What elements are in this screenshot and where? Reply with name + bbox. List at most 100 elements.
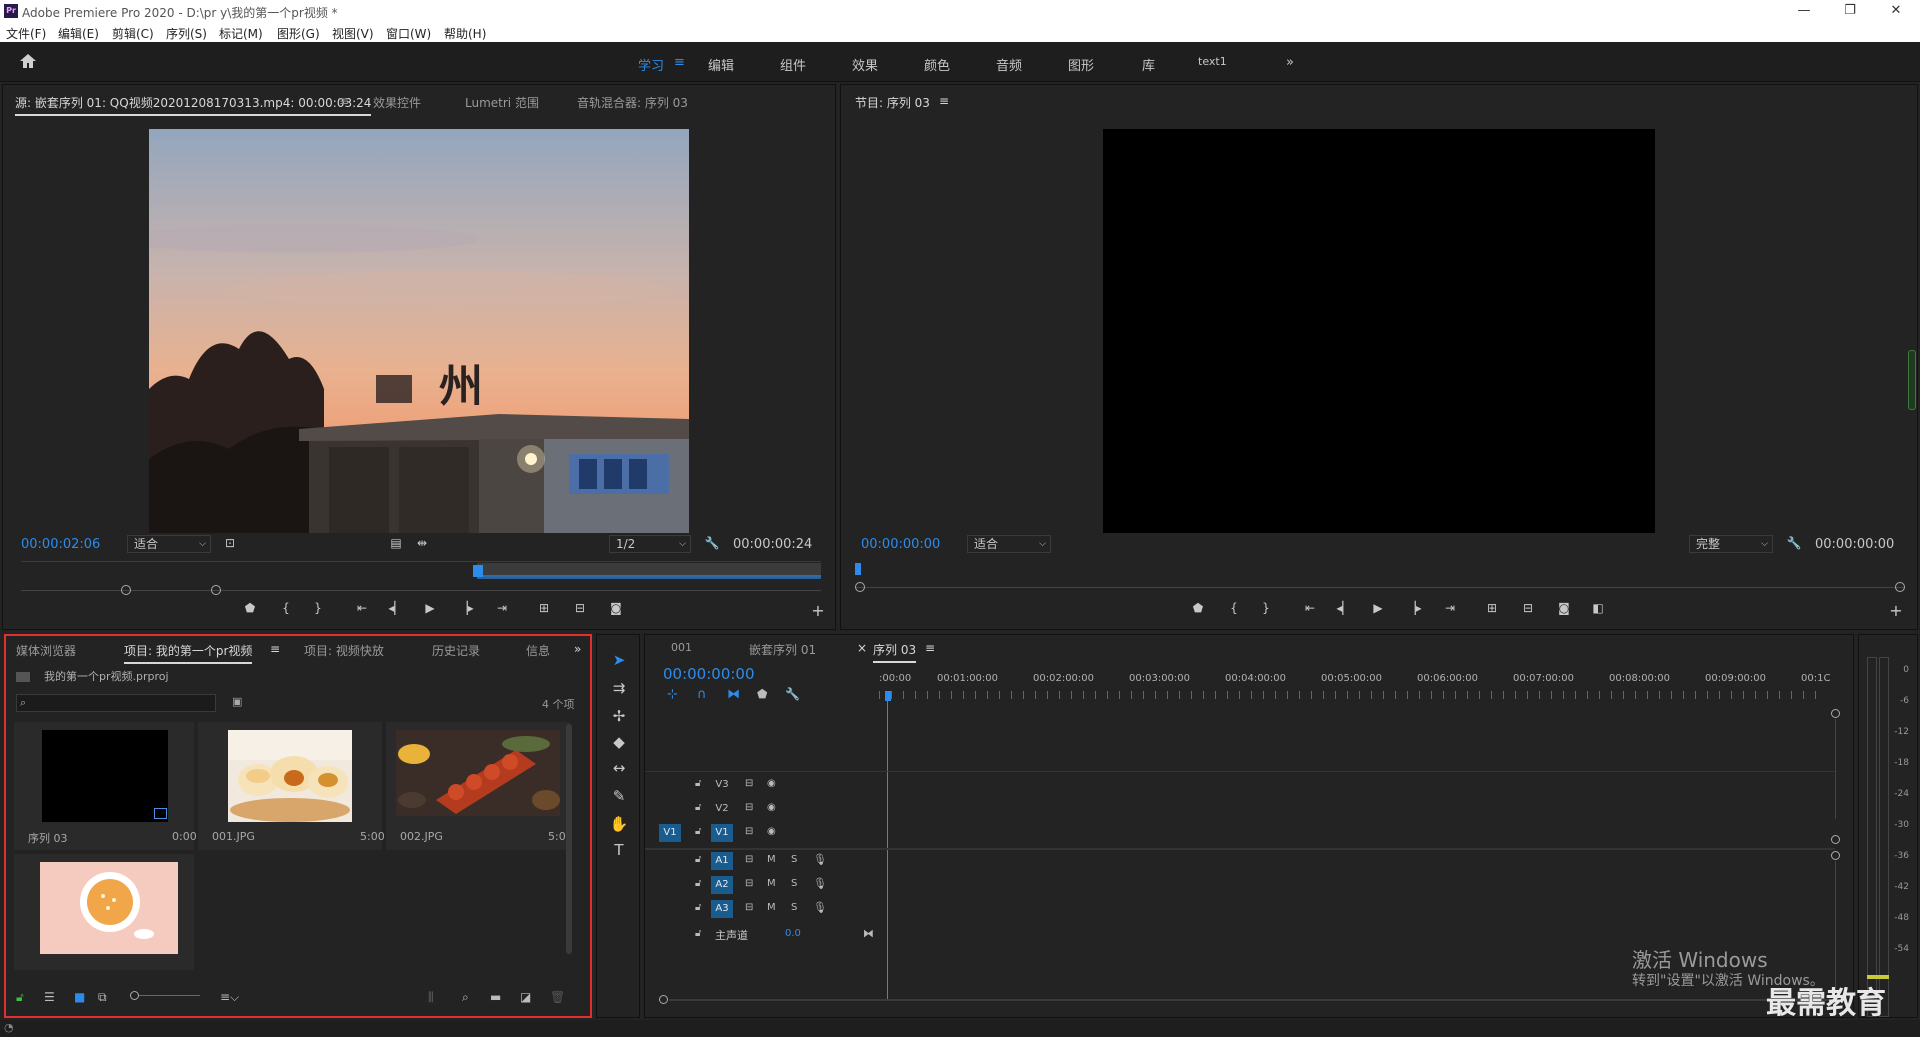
source-scrubber[interactable] [21,561,821,581]
track-label[interactable]: A2 [711,876,733,894]
video-scroll-handle[interactable] [1831,709,1840,718]
source-playhead[interactable] [473,565,483,577]
program-step-back-icon[interactable]: ◂▏ [1335,601,1353,615]
program-zoom-handle-right[interactable] [1895,582,1905,592]
track-lock-icon[interactable]: 🔓︎ [695,928,701,939]
mark-out-icon[interactable]: } [309,601,327,615]
source-settings-icon[interactable]: ⊡ [221,536,239,550]
extract-icon[interactable]: ⊟ [1519,601,1537,615]
video-scrollbar[interactable] [1835,719,1836,819]
tab-effect-controls[interactable]: 效果控件 [373,94,421,111]
timeline-tab-close-icon[interactable]: × [857,641,867,655]
tab-history[interactable]: 历史记录 [432,642,480,659]
pen-tool-icon[interactable]: ✎ [605,787,633,805]
timeline-settings-wrench-icon[interactable]: 🔧 [785,687,800,701]
program-current-time[interactable]: 00:00:00:00 [861,537,940,552]
workspace-tab-learn[interactable]: 学习 [638,55,664,74]
source-add-button-icon[interactable]: + [809,601,827,620]
ripple-edit-tool-icon[interactable]: ✢ [605,707,633,725]
sync-lock-icon[interactable]: ⊟ [745,826,753,837]
tab-program[interactable]: 节目: 序列 03 [855,94,930,111]
eye-icon[interactable]: ◉ [767,802,776,813]
track-lock-icon[interactable]: 🔓︎ [695,826,701,837]
export-frame-camera-icon[interactable]: ◙ [607,601,625,615]
track-lock-icon[interactable]: 🔓︎ [695,802,701,813]
clear-icon[interactable]: 🗑︎ [550,990,565,1004]
timeline-tab-001[interactable]: 001 [671,641,692,654]
icon-view-icon[interactable]: ■ [74,990,85,1004]
program-mark-out-icon[interactable]: } [1257,601,1275,615]
tab-lumetri-scopes[interactable]: Lumetri 范围 [465,94,539,111]
source-drag-video-icon[interactable]: ⇹ [413,536,431,550]
eye-icon[interactable]: ◉ [767,826,776,837]
sync-lock-icon[interactable]: ⊟ [745,778,753,789]
panel-resize-indicator[interactable] [1908,350,1916,410]
sync-lock-icon[interactable]: ⊟ [745,802,753,813]
source-current-time[interactable]: 00:00:02:06 [21,537,100,552]
audio-scrollbar[interactable] [1835,861,1836,991]
overwrite-icon[interactable]: ⊟ [571,601,589,615]
microphone-icon[interactable]: 🎙︎ [813,901,827,914]
project-item-sequence03[interactable]: 序列 03 0:00 [14,722,197,850]
microphone-icon[interactable]: 🎙︎ [813,853,827,866]
source-export-frame-icon[interactable]: ▤ [387,536,405,550]
freeform-view-icon[interactable]: ⧉ [98,990,107,1005]
source-patch-v1[interactable]: V1 [659,824,681,842]
mute-button[interactable]: M [767,902,776,913]
mark-in-icon[interactable]: { [277,601,295,615]
source-wrench-icon[interactable]: 🔧 [703,536,721,550]
workspace-tab-graphics[interactable]: 图形 [1068,55,1094,74]
tab-program-menu-icon[interactable]: ≡ [939,94,949,108]
program-mark-in-icon[interactable]: { [1225,601,1243,615]
audio-scroll-handle[interactable] [1831,851,1840,860]
step-back-icon[interactable]: ◂▏ [387,601,405,615]
tab-audio-track-mixer[interactable]: 音轨混合器: 序列 03 [577,94,688,111]
timeline-playhead-handle[interactable] [885,691,891,701]
tab-source-menu-icon[interactable]: ≡ [339,94,349,108]
tab-project-main[interactable]: 项目: 我的第一个pr视频 [124,642,253,664]
restore-button[interactable]: ❐ [1830,2,1870,20]
program-scrubber[interactable] [855,563,1905,593]
step-forward-icon[interactable]: ▕▸ [457,601,475,615]
tab-info[interactable]: 信息 [526,642,550,659]
source-zoom-bar[interactable] [21,585,821,597]
timeline-tab-menu-icon[interactable]: ≡ [925,641,935,655]
program-fit-dropdown[interactable]: 适合 ⌵ [967,535,1051,553]
zoom-slider[interactable] [130,991,200,1000]
project-item-4[interactable] [14,854,194,970]
menu-edit[interactable]: 编辑(E) [58,25,99,42]
program-video-frame[interactable] [1103,129,1655,533]
hand-tool-icon[interactable]: ✋ [605,815,633,833]
track-label[interactable]: A3 [711,900,733,918]
menu-help[interactable]: 帮助(H) [444,25,486,42]
track-label[interactable]: V1 [711,824,733,842]
new-item-icon[interactable]: ◪ [520,990,531,1004]
track-label[interactable]: V2 [711,800,733,818]
workspace-tab-libraries[interactable]: 库 [1142,55,1155,74]
workspace-more-icon[interactable]: » [1286,55,1294,70]
program-step-forward-icon[interactable]: ▕▸ [1405,601,1423,615]
video-scroll-handle-bottom[interactable] [1831,835,1840,844]
minimize-button[interactable]: — [1784,2,1824,20]
menu-clip[interactable]: 剪辑(C) [112,25,154,42]
insert-icon[interactable]: ⊞ [535,601,553,615]
tab-project-menu-icon[interactable]: ≡ [270,642,280,656]
solo-button[interactable]: S [791,878,797,889]
program-playhead[interactable] [855,563,861,575]
timeline-hscrollbar[interactable] [669,999,1829,1001]
eye-icon[interactable]: ◉ [767,778,776,789]
timeline-current-time[interactable]: 00:00:00:00 [663,665,755,683]
play-icon[interactable]: ▶ [421,601,439,615]
workspace-tab-color[interactable]: 颜色 [924,55,950,74]
track-label[interactable]: A1 [711,852,733,870]
linked-selection-icon[interactable]: ⧓ [727,687,740,702]
program-camera-icon[interactable]: ◙ [1555,601,1573,615]
microphone-icon[interactable]: 🎙︎ [813,877,827,890]
tab-source[interactable]: 源: 嵌套序列 01: QQ视频20201208170313.mp4: 00:0… [15,94,372,116]
track-lock-icon[interactable]: 🔓︎ [695,902,701,913]
sync-lock-icon[interactable]: ⊟ [745,878,753,889]
add-marker-icon[interactable]: ⬟ [241,601,259,615]
workspace-menu-icon[interactable]: ≡ [674,55,685,70]
list-view-icon[interactable]: ☰ [44,990,55,1004]
go-to-out-icon[interactable]: ⇥ [493,601,511,615]
